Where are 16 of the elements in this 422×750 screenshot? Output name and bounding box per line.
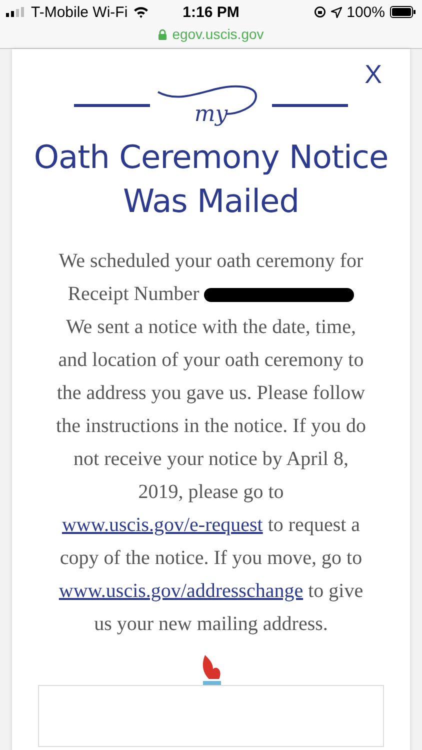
modal-title: Oath Ceremony Notice Was Mailed: [32, 137, 390, 222]
close-button[interactable]: X: [352, 59, 394, 90]
signal-icon: [6, 7, 26, 17]
lock-icon: [158, 28, 168, 40]
location-icon: [330, 6, 342, 18]
battery-icon: [390, 6, 416, 18]
url-text: egov.uscis.gov: [172, 26, 264, 42]
battery-percent: 100%: [346, 4, 385, 20]
wifi-icon: [132, 6, 149, 18]
logo-text: my: [194, 102, 228, 127]
link[interactable]: www.uscis.gov/addresschange: [58, 580, 304, 602]
carrier-name: T-Mobile Wi-Fi: [31, 4, 128, 20]
clock-time: 1:16 PM: [182, 4, 240, 20]
notice-message: We scheduled your oath ceremony for Receipt Number We sent a notice with the date, time, and location of your oath ceremony to the address you gave us. Please follow the instructions in the notice. If you do not receive your notice by April 8, 2019, please go to www.uscis.gov/e-request to request a copy of the notice. If you move, go to www.uscis.gov/addresschange to give us your new mailing address.: [56, 249, 366, 637]
link[interactable]: www.uscis.gov/e-request: [62, 514, 263, 536]
rotation-lock-icon: [314, 6, 326, 18]
